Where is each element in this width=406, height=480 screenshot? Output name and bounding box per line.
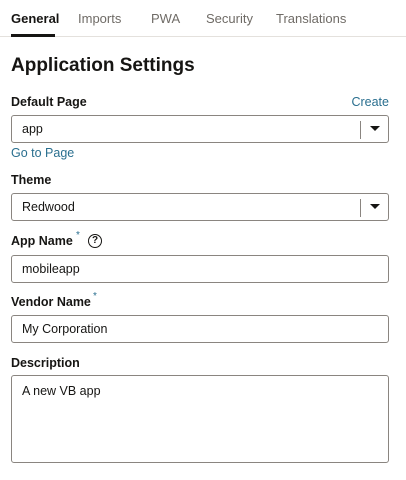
app-name-field[interactable]: mobileapp [11,255,389,283]
required-indicator: * [93,291,97,302]
tab-pwa[interactable]: PWA [151,11,180,26]
caret-down-icon [370,126,380,131]
description-textarea[interactable]: A new VB app [11,375,389,463]
tab-imports[interactable]: Imports [78,11,121,26]
vendor-name-field[interactable]: My Corporation [11,315,389,343]
vendor-name-value: My Corporation [22,322,108,336]
page-title: Application Settings [11,55,195,76]
description-value: A new VB app [22,384,101,398]
theme-label: Theme [11,173,52,187]
app-name-label: App Name [11,234,73,248]
theme-value: Redwood [22,200,75,214]
description-label: Description [11,356,80,370]
go-to-page-link[interactable]: Go to Page [11,146,74,160]
default-page-dropdown-button[interactable] [361,116,388,142]
theme-select[interactable]: Redwood [11,193,389,221]
vendor-name-label: Vendor Name [11,295,91,309]
question-circle-icon[interactable]: ? [88,234,102,248]
required-indicator: * [76,230,80,241]
tab-general[interactable]: General [11,11,59,26]
tab-translations[interactable]: Translations [276,11,346,26]
create-page-link[interactable]: Create [351,95,389,109]
tab-bar: General Imports PWA Security Translation… [0,0,406,37]
active-tab-indicator [11,34,55,37]
caret-down-icon [370,204,380,209]
tab-security[interactable]: Security [206,11,253,26]
default-page-select[interactable]: app [11,115,389,143]
theme-dropdown-button[interactable] [361,194,388,220]
default-page-label: Default Page [11,95,87,109]
application-settings-panel: General Imports PWA Security Translation… [0,0,406,480]
app-name-value: mobileapp [22,262,80,276]
default-page-value: app [22,122,43,136]
